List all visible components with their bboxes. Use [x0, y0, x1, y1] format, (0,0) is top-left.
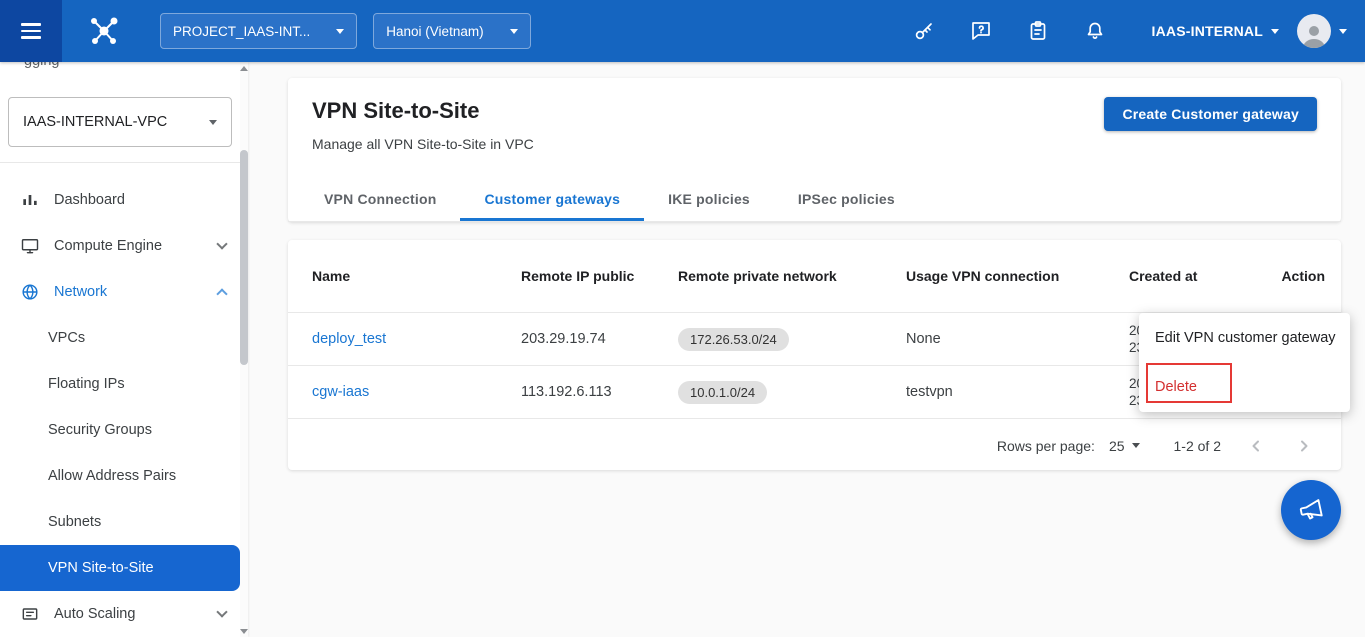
account-name: IAAS-INTERNAL — [1152, 23, 1263, 39]
column-header-usage: Usage VPN connection — [906, 268, 1129, 284]
column-header-remote-ip: Remote IP public — [521, 268, 678, 284]
support-chat-icon[interactable] — [969, 19, 993, 43]
chevron-down-icon — [216, 238, 227, 249]
page-subtitle: Manage all VPN Site-to-Site in VPC — [312, 136, 534, 152]
megaphone-icon — [1294, 493, 1327, 526]
sidebar-item-label: Dashboard — [54, 192, 226, 208]
column-header-remote-network: Remote private network — [678, 268, 906, 284]
tab-ipsec-policies[interactable]: IPSec policies — [774, 177, 919, 221]
sidebar-item-vpn-site-to-site[interactable]: VPN Site-to-Site — [0, 545, 240, 591]
tabs: VPN Connection Customer gateways IKE pol… — [288, 177, 1341, 222]
scroll-down-arrow[interactable] — [240, 626, 248, 636]
sidebar-item-label: VPCs — [48, 330, 226, 346]
sidebar-item-floating-ips[interactable]: Floating IPs — [0, 361, 240, 407]
account-menu[interactable]: IAAS-INTERNAL — [1152, 23, 1279, 39]
menu-button[interactable] — [0, 0, 62, 62]
column-header-action: Action — [1269, 268, 1325, 284]
sidebar: gging IAAS-INTERNAL-VPC Dashboard Comput… — [0, 62, 248, 637]
scrollbar-thumb[interactable] — [240, 150, 248, 365]
gateway-name-link[interactable]: cgw-iaas — [312, 384, 369, 400]
project-selector-value: PROJECT_IAAS-INT... — [173, 24, 310, 39]
sidebar-nav: Dashboard Compute Engine Network VPCs Fl… — [0, 177, 240, 637]
avatar-chevron-icon[interactable] — [1339, 29, 1347, 34]
usage-cell: testvpn — [906, 384, 1129, 400]
rows-per-page-label: Rows per page: — [997, 438, 1095, 454]
menu-item-delete[interactable]: Delete — [1139, 362, 1350, 411]
clipboard-icon[interactable] — [1026, 19, 1050, 43]
column-header-name: Name — [312, 268, 521, 284]
sidebar-item-allow-address-pairs[interactable]: Allow Address Pairs — [0, 453, 240, 499]
tab-customer-gateways[interactable]: Customer gateways — [460, 177, 644, 221]
sidebar-item-subnets[interactable]: Subnets — [0, 499, 240, 545]
sidebar-item-dashboard[interactable]: Dashboard — [0, 177, 240, 223]
usage-cell: None — [906, 331, 1129, 347]
remote-ip-cell: 203.29.19.74 — [521, 331, 678, 347]
announcement-fab[interactable] — [1281, 480, 1341, 540]
sidebar-item-security-groups[interactable]: Security Groups — [0, 407, 240, 453]
sidebar-item-label: Security Groups — [48, 422, 226, 438]
chevron-left-icon — [1249, 439, 1263, 453]
tab-vpn-connection[interactable]: VPN Connection — [300, 177, 460, 221]
next-page-button[interactable] — [1291, 433, 1317, 459]
sidebar-item-vpcs[interactable]: VPCs — [0, 315, 240, 361]
project-selector[interactable]: PROJECT_IAAS-INT... — [160, 13, 357, 49]
topbar: PROJECT_IAAS-INT... Hanoi (Vietnam) IAAS… — [0, 0, 1365, 62]
sidebar-item-label: Network — [54, 284, 204, 300]
avatar[interactable] — [1297, 14, 1331, 48]
auto-scaling-icon — [20, 604, 40, 624]
dashboard-icon — [20, 190, 40, 210]
vpc-selector-value: IAAS-INTERNAL-VPC — [23, 114, 167, 130]
sidebar-item-compute-engine[interactable]: Compute Engine — [0, 223, 240, 269]
vpc-selector[interactable]: IAAS-INTERNAL-VPC — [8, 97, 232, 147]
sidebar-item-label: Compute Engine — [54, 238, 204, 254]
app-logo[interactable] — [84, 12, 124, 50]
chevron-down-icon — [209, 120, 217, 125]
chevron-down-icon — [1132, 443, 1140, 448]
chevron-right-icon — [1297, 439, 1311, 453]
gateway-name-link[interactable]: deploy_test — [312, 331, 386, 347]
rows-per-page-value: 25 — [1109, 438, 1125, 454]
logo-icon — [84, 12, 124, 50]
previous-page-button[interactable] — [1243, 433, 1269, 459]
chevron-down-icon — [1271, 29, 1279, 34]
column-header-created-at: Created at — [1129, 268, 1269, 284]
menu-item-edit-vpn-customer-gateway[interactable]: Edit VPN customer gateway — [1139, 313, 1350, 362]
page-header-card: VPN Site-to-Site Manage all VPN Site-to-… — [288, 78, 1341, 222]
person-icon — [1300, 22, 1328, 48]
region-selector-value: Hanoi (Vietnam) — [386, 24, 483, 39]
compute-engine-icon — [20, 236, 40, 256]
sidebar-item-label: Allow Address Pairs — [48, 468, 226, 484]
region-selector[interactable]: Hanoi (Vietnam) — [373, 13, 530, 49]
pagination-range: 1-2 of 2 — [1174, 438, 1221, 454]
sidebar-item-auto-scaling[interactable]: Auto Scaling — [0, 591, 240, 637]
sidebar-item-label: Subnets — [48, 514, 226, 530]
row-action-context-menu: Edit VPN customer gateway Delete — [1139, 313, 1350, 412]
remote-ip-cell: 113.192.6.113 — [521, 384, 678, 400]
table-header-row: Name Remote IP public Remote private net… — [288, 240, 1341, 313]
sidebar-clipped-item[interactable]: gging — [24, 62, 59, 69]
create-customer-gateway-button[interactable]: Create Customer gateway — [1104, 97, 1317, 131]
rows-per-page-select[interactable]: 25 — [1109, 438, 1140, 454]
sidebar-item-label: Auto Scaling — [54, 606, 204, 622]
sidebar-divider — [0, 162, 240, 163]
chevron-up-icon — [216, 288, 227, 299]
notifications-bell-icon[interactable] — [1083, 19, 1107, 43]
hamburger-icon — [21, 19, 41, 43]
chevron-down-icon — [510, 29, 518, 34]
sidebar-scrollbar[interactable] — [240, 62, 248, 637]
sidebar-item-label: Floating IPs — [48, 376, 226, 392]
scroll-up-arrow[interactable] — [240, 63, 248, 73]
tab-ike-policies[interactable]: IKE policies — [644, 177, 774, 221]
sidebar-item-label: VPN Site-to-Site — [48, 560, 226, 576]
table-pagination: Rows per page: 25 1-2 of 2 — [288, 419, 1341, 472]
chevron-down-icon — [336, 29, 344, 34]
page-title: VPN Site-to-Site — [312, 98, 479, 124]
network-globe-icon — [20, 282, 40, 302]
chevron-down-icon — [216, 606, 227, 617]
sidebar-item-network[interactable]: Network — [0, 269, 240, 315]
remote-network-chip: 10.0.1.0/24 — [678, 381, 767, 404]
api-key-icon[interactable] — [912, 19, 936, 43]
remote-network-chip: 172.26.53.0/24 — [678, 328, 789, 351]
